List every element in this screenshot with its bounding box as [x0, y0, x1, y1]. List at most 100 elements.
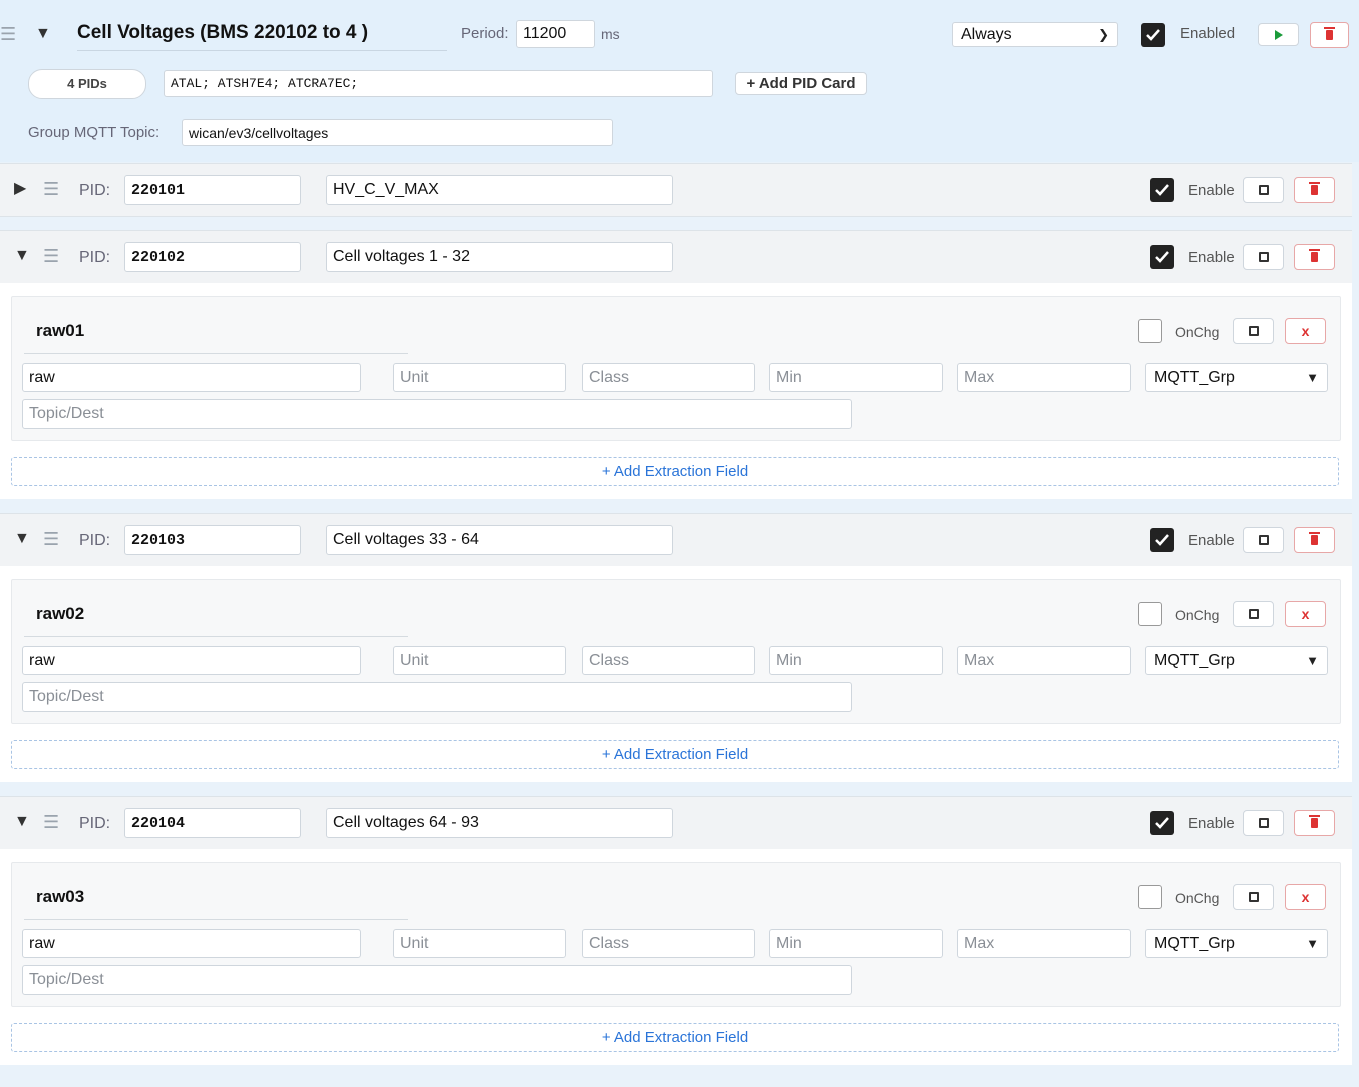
onchg-checkbox[interactable] [1138, 319, 1162, 343]
drag-handle-icon[interactable]: ☰ [43, 530, 59, 548]
pid-enable-label: Enable [1188, 532, 1235, 549]
min-input[interactable] [769, 929, 943, 958]
extraction-field-card: raw01 OnChg x MQTT_Grp ▼ [11, 296, 1341, 441]
class-input[interactable] [582, 363, 755, 392]
unit-input[interactable] [393, 929, 566, 958]
group-title[interactable]: Cell Voltages (BMS 220102 to 4 ) [77, 22, 447, 51]
pid-label: PID: [79, 815, 111, 832]
drag-handle-icon[interactable]: ☰ [43, 180, 59, 198]
drag-handle-icon[interactable]: ☰ [43, 247, 59, 265]
delete-group-button[interactable] [1310, 22, 1349, 48]
delete-pid-button[interactable] [1294, 244, 1335, 270]
expression-input[interactable] [22, 646, 361, 675]
topic-dest-input[interactable] [22, 682, 852, 712]
period-unit: ms [601, 26, 620, 42]
pid-name-input[interactable] [326, 175, 673, 205]
init-commands-input[interactable] [164, 70, 713, 97]
class-input[interactable] [582, 929, 755, 958]
duplicate-pid-button[interactable] [1243, 177, 1284, 203]
destination-select[interactable]: MQTT_Grp ▼ [1145, 929, 1328, 958]
pid-enable-checkbox[interactable] [1150, 245, 1174, 269]
expand-caret-icon[interactable]: ▶ [14, 181, 26, 197]
max-input[interactable] [957, 363, 1131, 392]
pid-label: PID: [79, 182, 111, 199]
collapse-caret-icon[interactable]: ▼ [14, 248, 30, 264]
pid-card-header: ▼ ☰ PID: Enable [0, 796, 1352, 850]
pid-input[interactable] [124, 175, 301, 205]
delete-pid-button[interactable] [1294, 527, 1335, 553]
drag-handle-icon[interactable]: ☰ [0, 25, 16, 43]
chevron-down-icon: ❯ [1098, 26, 1109, 42]
mqtt-topic-label: Group MQTT Topic: [28, 124, 160, 141]
duplicate-field-button[interactable] [1233, 884, 1274, 910]
field-name-underline [24, 636, 408, 637]
group-enabled-checkbox[interactable] [1141, 23, 1165, 47]
extraction-field-name[interactable]: raw03 [36, 887, 84, 907]
period-input[interactable] [516, 20, 595, 48]
onchg-checkbox[interactable] [1138, 602, 1162, 626]
max-input[interactable] [957, 646, 1131, 675]
delete-pid-button[interactable] [1294, 177, 1335, 203]
expression-input[interactable] [22, 929, 361, 958]
add-pid-card-button[interactable]: + Add PID Card [735, 72, 867, 95]
duplicate-field-button[interactable] [1233, 318, 1274, 344]
remove-field-button[interactable]: x [1285, 601, 1326, 627]
duplicate-pid-button[interactable] [1243, 810, 1284, 836]
run-button[interactable] [1258, 23, 1299, 46]
delete-pid-button[interactable] [1294, 810, 1335, 836]
destination-select-value: MQTT_Grp [1154, 934, 1235, 952]
pid-enable-checkbox[interactable] [1150, 811, 1174, 835]
chevron-down-icon: ▼ [1306, 936, 1319, 951]
max-input[interactable] [957, 929, 1131, 958]
unit-input[interactable] [393, 363, 566, 392]
duplicate-field-button[interactable] [1233, 601, 1274, 627]
copy-icon [1258, 535, 1269, 545]
add-extraction-field-button[interactable]: + Add Extraction Field [11, 740, 1339, 769]
pid-input[interactable] [124, 525, 301, 555]
check-icon [1155, 184, 1169, 196]
remove-field-button[interactable]: x [1285, 884, 1326, 910]
trash-icon [1309, 532, 1320, 545]
duplicate-pid-button[interactable] [1243, 527, 1284, 553]
pid-name-input[interactable] [326, 242, 673, 272]
topic-dest-input[interactable] [22, 965, 852, 995]
collapse-caret-icon[interactable]: ▼ [14, 531, 30, 547]
pid-name-input[interactable] [326, 808, 673, 838]
drag-handle-icon[interactable]: ☰ [43, 813, 59, 831]
collapse-caret-icon[interactable]: ▼ [35, 26, 51, 42]
min-input[interactable] [769, 646, 943, 675]
trash-icon [1309, 249, 1320, 262]
trigger-select[interactable]: Always ❯ [952, 22, 1118, 47]
destination-select[interactable]: MQTT_Grp ▼ [1145, 363, 1328, 392]
extraction-field-card: raw02 OnChg x MQTT_Grp ▼ [11, 579, 1341, 724]
pid-enable-checkbox[interactable] [1150, 178, 1174, 202]
trash-icon [1309, 182, 1320, 195]
add-pid-card-label: + Add PID Card [746, 75, 856, 92]
pid-input[interactable] [124, 242, 301, 272]
extraction-field-name[interactable]: raw01 [36, 321, 84, 341]
extraction-field-name[interactable]: raw02 [36, 604, 84, 624]
pid-enable-label: Enable [1188, 815, 1235, 832]
pid-name-input[interactable] [326, 525, 673, 555]
destination-select[interactable]: MQTT_Grp ▼ [1145, 646, 1328, 675]
unit-input[interactable] [393, 646, 566, 675]
duplicate-pid-button[interactable] [1243, 244, 1284, 270]
add-extraction-field-button[interactable]: + Add Extraction Field [11, 457, 1339, 486]
expression-input[interactable] [22, 363, 361, 392]
onchg-checkbox[interactable] [1138, 885, 1162, 909]
trigger-select-value: Always [961, 25, 1012, 43]
pid-input[interactable] [124, 808, 301, 838]
mqtt-topic-input[interactable] [182, 119, 613, 146]
collapse-caret-icon[interactable]: ▼ [14, 814, 30, 830]
add-extraction-field-button[interactable]: + Add Extraction Field [11, 1023, 1339, 1052]
remove-field-button[interactable]: x [1285, 318, 1326, 344]
copy-icon [1258, 818, 1269, 828]
pid-enable-checkbox[interactable] [1150, 528, 1174, 552]
pid-card-body: raw01 OnChg x MQTT_Grp ▼ + Add Extractio… [0, 283, 1352, 499]
class-input[interactable] [582, 646, 755, 675]
topic-dest-input[interactable] [22, 399, 852, 429]
min-input[interactable] [769, 363, 943, 392]
pid-card-header: ▼ ☰ PID: Enable [0, 230, 1352, 284]
field-name-underline [24, 353, 408, 354]
pid-card-body: raw02 OnChg x MQTT_Grp ▼ + Add Extractio… [0, 566, 1352, 782]
